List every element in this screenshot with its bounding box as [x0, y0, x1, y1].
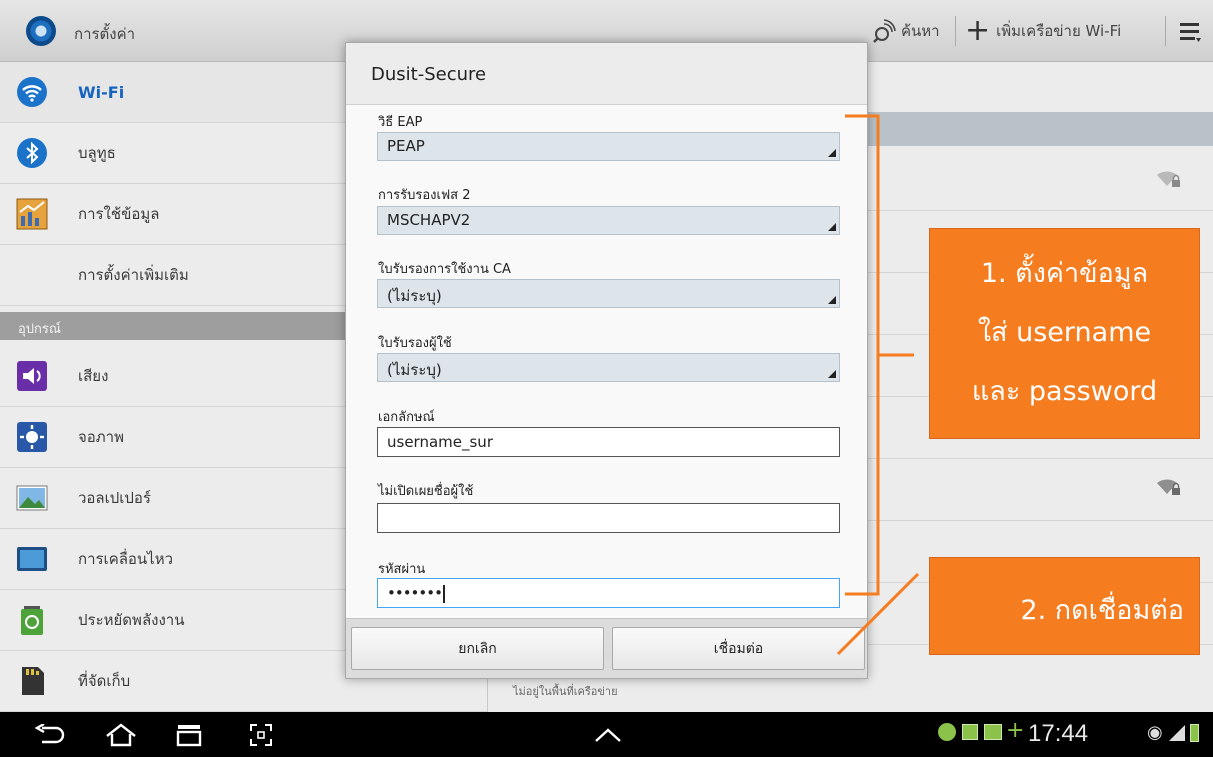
image-icon	[984, 724, 1002, 740]
chevron-up-icon[interactable]	[593, 726, 623, 744]
instruction-callout-2: 2. กดเชื่อมต่อ	[929, 557, 1200, 655]
callout-text: และ password	[971, 376, 1158, 407]
callout-text: 1. ตั้งค่าข้อมูล	[980, 258, 1149, 289]
tablet-screen: การตั้งค่า ค้นหา + เพิ่มเครือข่าย Wi-Fi	[0, 0, 1213, 757]
back-icon[interactable]	[34, 724, 66, 746]
signal-icon	[1169, 725, 1185, 741]
instruction-callout-1: 1. ตั้งค่าข้อมูล ใส่ username และ passwo…	[929, 228, 1200, 439]
callout-text: ใส่ username	[977, 317, 1152, 348]
plus-icon: +	[1006, 718, 1025, 743]
battery-icon	[1190, 724, 1199, 742]
bracket-annotation	[845, 114, 880, 596]
notification-icon	[962, 724, 978, 740]
system-nav-bar: + 17:44 ◉	[0, 712, 1213, 757]
screenshot-icon[interactable]	[248, 722, 274, 748]
smart-stay-icon: ◉	[1147, 722, 1163, 743]
recent-apps-icon[interactable]	[174, 722, 204, 748]
home-icon[interactable]	[104, 722, 138, 748]
status-clock: 17:44	[1028, 720, 1089, 747]
notification-icon	[938, 723, 956, 741]
